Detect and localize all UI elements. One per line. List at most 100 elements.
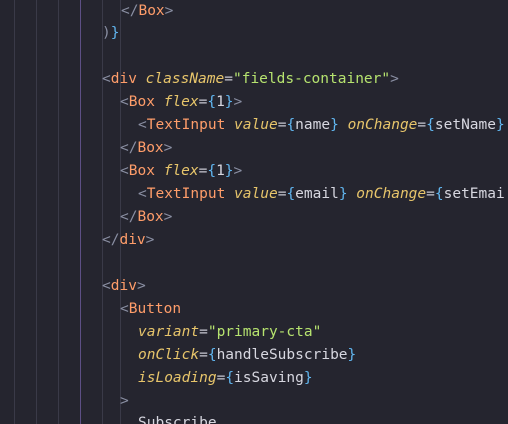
code-token: } <box>338 186 348 202</box>
indent-guide-active <box>80 0 81 424</box>
code-editor[interactable]: </Box>)} <div className="fields-container… <box>0 0 508 424</box>
code-token: > <box>233 163 243 179</box>
code-token: "primary-cta" <box>207 324 322 340</box>
code-token: { <box>286 186 296 202</box>
code-token: > <box>163 209 173 225</box>
indent-guide <box>36 0 37 424</box>
code-token: 1 <box>216 163 225 179</box>
code-token: = <box>199 324 208 340</box>
code-token: onChange <box>356 186 427 202</box>
code-token: flex <box>163 163 199 179</box>
code-token: } <box>303 370 313 386</box>
code-token: "fields-container" <box>232 71 391 87</box>
code-token: > <box>136 278 146 294</box>
indent-guide <box>58 0 59 424</box>
code-token: className <box>145 71 225 87</box>
code-token: } <box>330 117 339 133</box>
code-line: <Button <box>120 298 181 321</box>
code-token: > <box>120 393 129 409</box>
code-token: > <box>233 94 243 110</box>
code-token: } <box>347 347 357 363</box>
code-line: <TextInput value={email} onChange={setEm… <box>138 183 505 206</box>
code-line: Subscribe <box>138 412 217 424</box>
code-token: = <box>216 370 226 386</box>
code-token: { <box>286 117 296 133</box>
indent-guide <box>102 0 103 424</box>
code-line: </div> <box>102 229 154 252</box>
code-token: { <box>207 94 217 110</box>
code-token: } <box>495 117 505 133</box>
code-token: { <box>225 370 235 386</box>
code-token: setName <box>434 117 496 133</box>
code-token: email <box>295 186 339 202</box>
code-token: TextInput <box>146 117 226 133</box>
code-token: onClick <box>138 347 200 363</box>
code-token: > <box>164 3 174 19</box>
code-token: div <box>110 278 137 294</box>
code-token: setEmai <box>443 186 505 202</box>
code-line: </Box> <box>120 206 172 229</box>
code-token: Box <box>128 163 155 179</box>
code-token: < <box>120 301 129 317</box>
code-token: value <box>234 117 278 133</box>
code-line: <div> <box>102 275 146 298</box>
code-token: < <box>102 71 111 87</box>
indent-guide <box>14 0 15 424</box>
code-token: TextInput <box>146 186 226 202</box>
code-token: div <box>119 232 146 248</box>
code-line: </Box> <box>121 0 173 23</box>
code-token: ) <box>102 25 111 41</box>
code-token: { <box>207 163 217 179</box>
code-token: < <box>138 117 147 133</box>
code-token: } <box>224 163 234 179</box>
code-token: = <box>417 117 427 133</box>
code-token: </ <box>102 232 120 248</box>
code-token: </ <box>120 209 138 225</box>
code-token: isSaving <box>234 370 304 386</box>
code-line: > <box>120 390 129 413</box>
code-token: onChange <box>347 117 418 133</box>
code-token: < <box>102 278 111 294</box>
code-token: { <box>207 347 217 363</box>
code-token: Button <box>128 301 182 317</box>
code-token: div <box>110 71 137 87</box>
code-token: value <box>234 186 278 202</box>
code-line: <Box flex={1}> <box>120 160 242 183</box>
code-token: name <box>295 117 331 133</box>
code-token: </ <box>120 140 138 156</box>
code-token: Box <box>137 140 164 156</box>
code-token: > <box>163 140 173 156</box>
code-token: { <box>434 186 444 202</box>
code-line: </Box> <box>120 137 172 160</box>
code-line: <TextInput value={name} onChange={setNam… <box>138 114 505 137</box>
code-token: < <box>120 94 129 110</box>
code-token: Subscribe <box>138 415 217 424</box>
code-token: > <box>145 232 155 248</box>
code-token: isLoading <box>138 370 217 386</box>
code-token: < <box>120 163 129 179</box>
code-line: onClick={handleSubscribe} <box>138 344 356 367</box>
code-line: variant="primary-cta" <box>138 321 321 344</box>
code-token: Box <box>137 209 164 225</box>
code-line: <Box flex={1}> <box>120 91 242 114</box>
code-line: isLoading={isSaving} <box>138 367 313 390</box>
code-line: <div className="fields-container"> <box>102 68 399 91</box>
code-token: > <box>390 71 399 87</box>
code-line: )} <box>102 22 119 45</box>
code-token: Box <box>128 94 155 110</box>
code-token: < <box>138 186 147 202</box>
code-token: Box <box>138 3 165 19</box>
code-token: = <box>426 186 435 202</box>
code-token: flex <box>163 94 199 110</box>
code-token: { <box>426 117 435 133</box>
code-token: variant <box>138 324 200 340</box>
code-token: 1 <box>216 94 225 110</box>
code-token: </ <box>121 3 139 19</box>
code-token: } <box>224 94 234 110</box>
